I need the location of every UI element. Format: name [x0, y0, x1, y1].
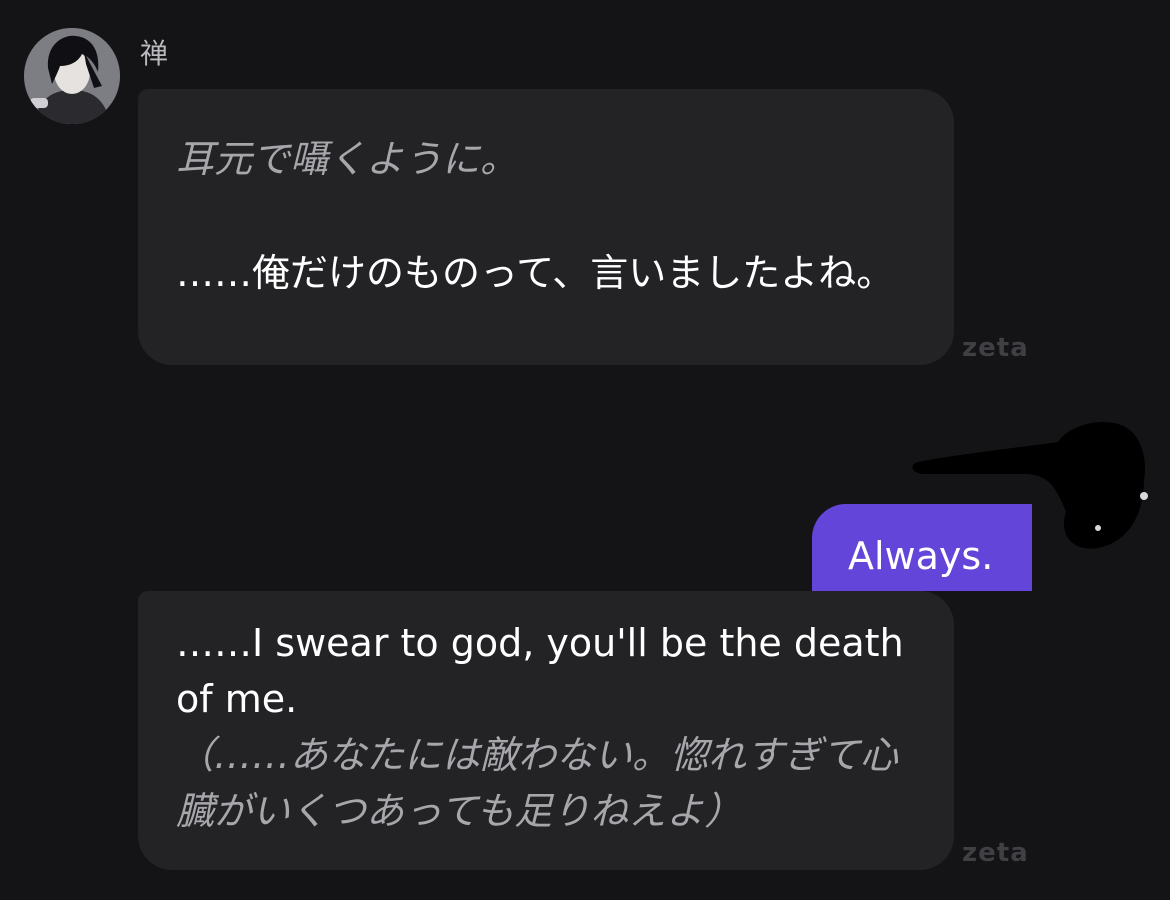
bot-message-bubble[interactable]: ……I swear to god, you'll be the death of…: [138, 591, 954, 870]
bot-name: 禅: [140, 37, 169, 70]
dialogue-text: ……I swear to god, you'll be the death of…: [176, 621, 916, 721]
zeta-watermark: zeta: [962, 838, 1029, 868]
user-message-bubble[interactable]: Always.: [812, 504, 1032, 591]
zeta-watermark: zeta: [962, 333, 1029, 363]
action-text: （……あなたには敵わない。惚れすぎて心臓がいくつあっても足りねえよ）: [176, 733, 899, 833]
dialogue-text: ……俺だけのものって、言いましたよね。: [176, 251, 895, 295]
action-text: 耳元で囁くように。: [176, 137, 519, 181]
bot-avatar[interactable]: [24, 28, 120, 124]
bot-message-bubble[interactable]: 耳元で囁くように。 ……俺だけのものって、言いましたよね。: [138, 89, 954, 365]
chat-view: 禅 耳元で囁くように。 ……俺だけのものって、言いましたよね。 zeta Alw…: [0, 0, 1170, 900]
avatar-portrait-icon: [24, 28, 120, 124]
